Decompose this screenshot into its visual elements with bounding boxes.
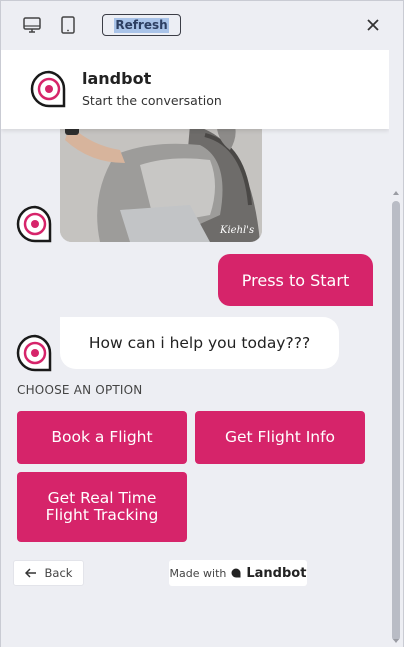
close-icon[interactable] <box>363 15 383 35</box>
arrow-left-icon <box>24 568 36 578</box>
chat-footer <box>1 598 389 647</box>
bot-avatar-icon <box>16 205 52 243</box>
chat-header: landbot Start the conversation <box>1 50 389 129</box>
header-title: landbot <box>82 69 152 88</box>
option-flight-info-button[interactable]: Get Flight Info <box>195 411 365 464</box>
bot-message-bubble: How can i help you today??? <box>60 317 339 369</box>
preview-frame: Refresh landbot Start the conversation K… <box>0 0 404 647</box>
scrollbar-thumb[interactable] <box>392 201 400 641</box>
photo-watermark: Kiehl's <box>219 225 254 236</box>
header-subtitle: Start the conversation <box>82 93 222 108</box>
option-flight-tracking-button[interactable]: Get Real Time Flight Tracking <box>17 472 187 542</box>
landbot-logo-icon <box>30 70 66 108</box>
option-book-flight-button[interactable]: Book a Flight <box>17 411 187 464</box>
made-with-badge[interactable]: Made with Landbot <box>169 560 307 586</box>
made-with-label: Made with <box>169 566 227 580</box>
scroll-down-icon[interactable] <box>393 639 399 643</box>
user-message-bubble: Press to Start <box>218 254 373 306</box>
refresh-button-label: Refresh <box>114 17 169 33</box>
back-button[interactable]: Back <box>13 560 84 586</box>
options-label: CHOOSE AN OPTION <box>17 383 143 397</box>
desktop-icon[interactable] <box>22 15 42 35</box>
scroll-up-icon[interactable] <box>393 191 399 195</box>
refresh-button[interactable]: Refresh <box>102 14 181 36</box>
brand-name: Landbot <box>246 565 307 581</box>
preview-toolbar: Refresh <box>1 1 403 50</box>
chat-window: landbot Start the conversation Kiehl's P… <box>1 50 389 647</box>
landbot-mark-icon <box>231 568 241 578</box>
tablet-icon[interactable] <box>58 15 78 35</box>
bot-avatar-icon <box>16 334 52 372</box>
back-button-label: Back <box>44 566 73 580</box>
